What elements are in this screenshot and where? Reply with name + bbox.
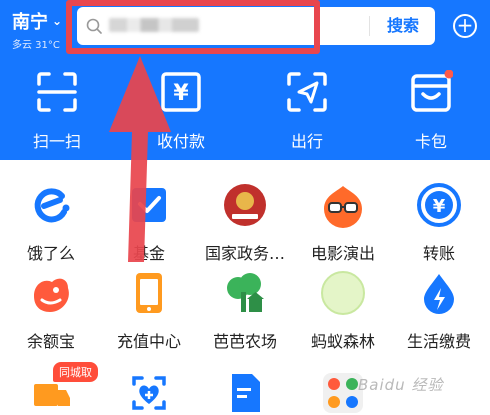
app-yuebao[interactable]: 余额宝 — [2, 270, 100, 352]
scan-button[interactable]: 扫一扫 — [12, 70, 102, 152]
app-recharge[interactable]: 充值中心 — [100, 270, 198, 352]
app-document[interactable] — [196, 370, 294, 415]
app-eleme[interactable]: 饿了么 — [2, 182, 100, 264]
add-icon[interactable]: + — [453, 14, 477, 38]
app-movie[interactable]: 电影演出 — [294, 182, 392, 264]
eleme-icon — [34, 188, 70, 223]
app-label: 蚂蚁森林 — [310, 332, 375, 351]
movie-icon — [324, 186, 362, 228]
app-label: 转账 — [422, 244, 455, 263]
recharge-icon — [136, 273, 162, 313]
app-gov-services[interactable]: 国家政务… — [196, 182, 294, 264]
transfer-icon: ¥ — [417, 183, 461, 227]
same-city-badge: 同城取 — [53, 362, 98, 382]
app-label: 充值中心 — [116, 332, 181, 351]
app-forest[interactable]: 蚂蚁森林 — [294, 270, 392, 352]
header-bar: 南宁 ⌄ 多云 31°C 搜索 + 扫一扫 ¥ 收付款 出行 卡包 — [0, 0, 490, 160]
city-name: 南宁 — [12, 12, 48, 33]
scan-label: 扫一扫 — [32, 132, 81, 151]
scan-icon — [37, 72, 77, 112]
chevron-down-icon: ⌄ — [52, 14, 63, 28]
app-label: 电影演出 — [310, 244, 375, 263]
app-label: 生活缴费 — [406, 332, 471, 351]
forest-icon — [321, 271, 365, 315]
app-label: 饿了么 — [26, 244, 75, 263]
search-divider — [369, 16, 370, 36]
app-label: 余额宝 — [26, 332, 75, 351]
farm-icon — [227, 273, 264, 312]
watermark: Baidu 经验 — [358, 376, 444, 394]
payment-icon: ¥ — [161, 72, 201, 112]
fund-icon — [132, 188, 166, 222]
payment-button[interactable]: ¥ 收付款 — [136, 70, 226, 152]
card-bag-label: 卡包 — [414, 132, 447, 151]
health-icon — [132, 376, 166, 410]
travel-icon — [287, 72, 327, 112]
app-health[interactable] — [100, 370, 198, 415]
annotation-highlight-box — [66, 0, 320, 54]
svg-text:¥: ¥ — [433, 196, 446, 217]
location-selector[interactable]: 南宁 ⌄ 多云 31°C — [12, 8, 62, 51]
weather-text: 多云 31°C — [12, 40, 60, 51]
app-label: 国家政务… — [204, 244, 285, 263]
app-fund[interactable]: 基金 — [100, 182, 198, 264]
yuebao-icon — [34, 278, 69, 312]
card-bag-button[interactable]: 卡包 — [386, 69, 476, 152]
gov-services-icon — [224, 184, 266, 226]
app-label: 芭芭农场 — [212, 332, 277, 351]
document-icon — [232, 374, 260, 412]
svg-text:¥: ¥ — [173, 81, 189, 106]
app-utilities[interactable]: 生活缴费 — [390, 270, 488, 352]
utilities-icon — [424, 274, 454, 314]
app-label: 基金 — [132, 244, 165, 263]
travel-button[interactable]: 出行 — [262, 70, 352, 152]
travel-label: 出行 — [290, 132, 323, 151]
search-button[interactable]: 搜索 — [375, 7, 431, 45]
card-bag-icon — [411, 69, 454, 112]
payment-label: 收付款 — [156, 132, 205, 151]
app-farm[interactable]: 芭芭农场 — [196, 270, 294, 352]
app-transfer[interactable]: ¥ 转账 — [390, 182, 488, 264]
